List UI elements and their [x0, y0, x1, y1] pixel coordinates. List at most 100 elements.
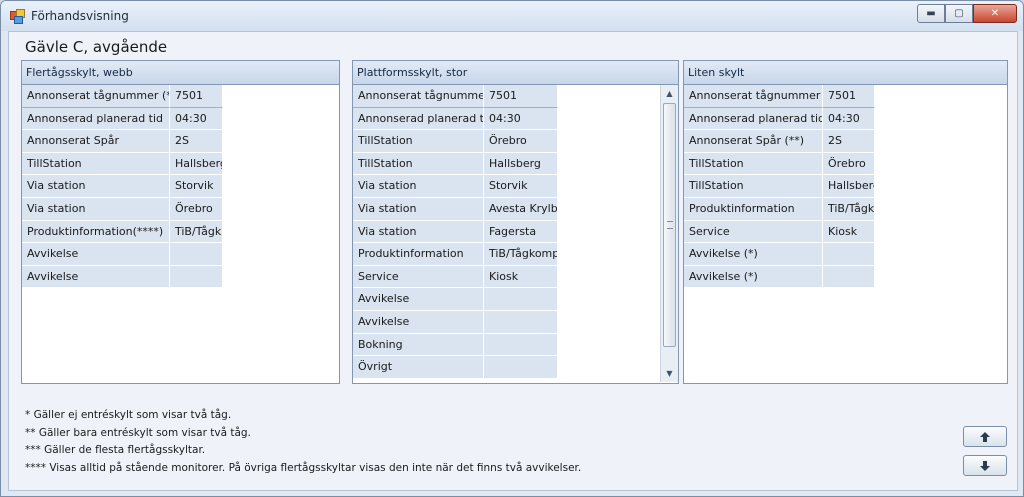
table-row[interactable]: Bokning — [353, 333, 678, 357]
table-row[interactable]: Via station Storvik — [22, 175, 339, 198]
table-row[interactable]: Annonserad planerad tid 04:30 — [353, 107, 678, 131]
minimize-button[interactable]: ▬ — [917, 4, 945, 23]
table-row[interactable]: Avvikelse — [353, 288, 678, 311]
field-value-cell: 7501 — [170, 85, 223, 108]
field-value-cell: Storvik — [484, 175, 558, 198]
table-row[interactable]: Annonserat Spår (**) 2S — [684, 130, 1007, 153]
field-label-cell: TillStation — [22, 152, 170, 176]
scroll-thumb[interactable] — [663, 103, 676, 347]
footnote: *** Gäller de flesta flertågsskyltar. — [25, 444, 206, 456]
preview-grid: Annonserat tågnummer 7501 Annonserad plane… — [353, 85, 678, 379]
field-label-cell: TillStation — [353, 152, 484, 176]
table-row[interactable]: Annonserat Spår 2S — [22, 130, 339, 153]
table-row[interactable]: Annonserat tågnummer (***)7501 — [22, 85, 339, 108]
field-value-cell — [484, 333, 558, 357]
table-row[interactable]: Produktinformation TiB/Tågk — [684, 197, 1007, 221]
table-row[interactable]: Avvikelse — [22, 243, 339, 266]
field-label-cell: Service — [684, 220, 823, 244]
field-label-cell: Avvikelse — [353, 310, 484, 334]
table-row[interactable]: Avvikelse (*) — [684, 243, 1007, 266]
field-label-cell: Via station — [22, 175, 170, 198]
table-row[interactable]: Avvikelse — [353, 310, 678, 334]
field-value-cell: Hallsberg — [170, 152, 223, 176]
preview-grid: Annonserat tågnummer (***)7501Annonserad… — [22, 85, 339, 289]
table-row[interactable]: Via station Avesta Krylbo — [353, 197, 678, 221]
table-row[interactable]: Via station Örebro — [22, 197, 339, 221]
panel-flertagsskylt-webb: Flertågsskylt, webb Annonserat tågnummer… — [21, 60, 340, 384]
field-value-cell — [823, 265, 875, 289]
scroll-up-icon[interactable]: ▲ — [661, 85, 678, 102]
panel-title: Flertågsskylt, webb — [22, 61, 339, 85]
close-button[interactable]: ✕ — [973, 4, 1017, 23]
field-label-cell: TillStation — [684, 175, 823, 198]
field-value-cell — [170, 265, 223, 289]
table-row[interactable]: Annonserat tågnummer (*)7501 — [684, 85, 1007, 108]
table-row[interactable]: Produktinformation TiB/Tågkomp. — [353, 243, 678, 266]
field-label-cell: Avvikelse — [22, 265, 170, 289]
grip-icon — [667, 221, 673, 229]
field-value-cell: Fagersta — [484, 220, 558, 244]
field-label-cell: Annonserad planerad tid — [684, 107, 823, 131]
table-row[interactable]: TillStation Hallsberg — [684, 175, 1007, 198]
field-value-cell: Hallsberg — [823, 175, 875, 198]
table-row[interactable]: Service Kiosk — [684, 220, 1007, 244]
title-bar[interactable]: Förhandsvisning ▬ ▢ ✕ — [1, 1, 1023, 31]
field-label-cell: Avvikelse (*) — [684, 243, 823, 266]
table-row[interactable]: Avvikelse — [22, 265, 339, 289]
field-value-cell: Hallsberg — [484, 152, 558, 176]
vertical-scrollbar[interactable]: ▲ ▼ — [660, 85, 678, 382]
field-value-cell: 7501 — [823, 85, 875, 108]
field-value-cell: 04:30 — [823, 107, 875, 131]
field-value-cell: Örebro — [170, 197, 223, 221]
move-up-button[interactable] — [963, 426, 1007, 447]
field-value-cell: 04:30 — [170, 107, 223, 131]
field-label-cell: Övrigt — [353, 356, 484, 379]
panel-title: Plattformsskylt, stor — [353, 61, 678, 85]
field-value-cell — [484, 310, 558, 334]
table-row[interactable]: Annonserad planerad tid 04:30 — [22, 107, 339, 131]
field-label-cell: Annonserat tågnummer — [353, 85, 484, 108]
table-row[interactable]: Avvikelse (*) — [684, 265, 1007, 289]
table-row[interactable]: Produktinformation(****) TiB/Tågk — [22, 220, 339, 244]
field-label-cell: Avvikelse — [353, 288, 484, 311]
move-down-button[interactable] — [963, 455, 1007, 476]
field-label-cell: Annonserad planerad tid — [353, 107, 484, 131]
table-row[interactable]: TillStation Hallsberg — [353, 152, 678, 176]
table-row[interactable]: Annonserat tågnummer 7501 — [353, 85, 678, 108]
field-label-cell: Annonserad planerad tid — [22, 107, 170, 131]
preview-grid: Annonserat tågnummer (*)7501Annonserad p… — [684, 85, 1007, 289]
maximize-button[interactable]: ▢ — [945, 4, 973, 23]
table-row[interactable]: TillStation Örebro — [684, 152, 1007, 176]
field-value-cell — [823, 243, 875, 266]
field-label-cell: Annonserat Spår (**) — [684, 130, 823, 153]
field-value-cell: 2S — [823, 130, 875, 153]
field-value-cell — [484, 356, 558, 379]
field-label-cell: TillStation — [353, 130, 484, 153]
app-icon — [10, 9, 25, 24]
field-value-cell: 04:30 — [484, 107, 558, 131]
field-value-cell: TiB/Tågk — [170, 220, 223, 244]
scroll-down-icon[interactable]: ▼ — [661, 365, 678, 382]
field-value-cell: Örebro — [823, 152, 875, 176]
field-value-cell: Kiosk — [823, 220, 875, 244]
field-label-cell: Annonserat Spår — [22, 130, 170, 153]
field-label-cell: Bokning — [353, 333, 484, 357]
footnotes: * Gäller ej entréskylt som visar två tåg… — [25, 407, 581, 477]
table-row[interactable]: Övrigt — [353, 356, 678, 379]
table-row[interactable]: Annonserad planerad tid 04:30 — [684, 107, 1007, 131]
table-row[interactable]: Service Kiosk — [353, 265, 678, 289]
arrow-up-icon — [980, 431, 990, 442]
panel-liten-skylt: Liten skylt Annonserat tågnummer (*)7501… — [683, 60, 1008, 384]
table-row[interactable]: Via station Storvik — [353, 175, 678, 198]
field-label-cell: Produktinformation — [353, 243, 484, 266]
field-label-cell: Produktinformation — [684, 197, 823, 221]
field-label-cell: Produktinformation(****) — [22, 220, 170, 244]
table-row[interactable]: Via station Fagersta — [353, 220, 678, 244]
field-label-cell: Via station — [353, 175, 484, 198]
field-label-cell: Avvikelse — [22, 243, 170, 266]
field-label-cell: Via station — [353, 220, 484, 244]
field-value-cell: Avesta Krylbo — [484, 197, 558, 221]
table-row[interactable]: TillStation Hallsberg — [22, 152, 339, 176]
field-value-cell: 7501 — [484, 85, 558, 108]
table-row[interactable]: TillStation Örebro — [353, 130, 678, 153]
